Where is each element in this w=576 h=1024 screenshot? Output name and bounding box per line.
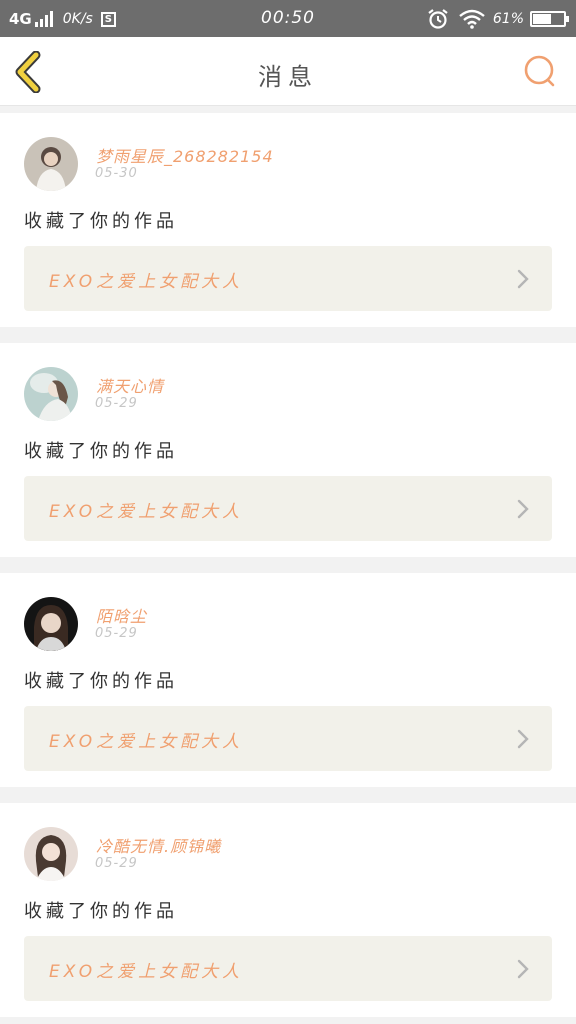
status-bar: 4G 0K/s S 00:50 61%	[0, 0, 576, 37]
work-link[interactable]: EXO之爱上女配大人	[24, 476, 552, 541]
battery-icon	[530, 10, 569, 27]
message-card: 冷酷无情.顾锦曦 05-29 收藏了你的作品 EXO之爱上女配大人	[0, 803, 576, 1017]
chevron-right-icon	[517, 269, 529, 289]
work-link[interactable]: EXO之爱上女配大人	[24, 936, 552, 1001]
battery-level-fill	[533, 13, 552, 24]
chevron-right-icon	[517, 499, 529, 519]
search-button[interactable]	[522, 53, 558, 89]
work-title: EXO之爱上女配大人	[49, 732, 244, 752]
username[interactable]: 陌晗尘	[96, 603, 147, 627]
message-date: 05-29	[95, 626, 138, 641]
action-text: 收藏了你的作品	[24, 671, 178, 692]
avatar[interactable]	[24, 137, 78, 191]
work-link[interactable]: EXO之爱上女配大人	[24, 246, 552, 311]
work-title: EXO之爱上女配大人	[49, 502, 244, 522]
alarm-icon	[428, 8, 448, 29]
work-title: EXO之爱上女配大人	[49, 272, 244, 292]
action-text: 收藏了你的作品	[24, 441, 178, 462]
message-card: 陌晗尘 05-29 收藏了你的作品 EXO之爱上女配大人	[0, 573, 576, 787]
avatar[interactable]	[24, 367, 78, 421]
search-icon	[524, 55, 555, 87]
message-card: 满天心情 05-29 收藏了你的作品 EXO之爱上女配大人	[0, 343, 576, 557]
action-text: 收藏了你的作品	[24, 211, 178, 232]
status-right: 61%	[427, 8, 569, 29]
action-text: 收藏了你的作品	[24, 901, 178, 922]
username[interactable]: 梦雨星辰_268282154	[96, 143, 274, 167]
username[interactable]: 冷酷无情.顾锦曦	[96, 833, 221, 857]
avatar[interactable]	[24, 597, 78, 651]
chevron-right-icon	[517, 729, 529, 749]
wifi-icon	[459, 9, 485, 29]
message-date: 05-29	[95, 856, 138, 871]
message-date: 05-30	[95, 166, 138, 181]
work-title: EXO之爱上女配大人	[49, 962, 244, 982]
chevron-right-icon	[517, 959, 529, 979]
page-title: 消息	[258, 63, 318, 91]
message-card: 梦雨星辰_268282154 05-30 收藏了你的作品 EXO之爱上女配大人	[0, 113, 576, 327]
avatar[interactable]	[24, 827, 78, 881]
username[interactable]: 满天心情	[96, 373, 164, 397]
battery-percent: 61%	[492, 10, 524, 27]
header: 消息	[0, 37, 576, 106]
message-date: 05-29	[95, 396, 138, 411]
work-link[interactable]: EXO之爱上女配大人	[24, 706, 552, 771]
